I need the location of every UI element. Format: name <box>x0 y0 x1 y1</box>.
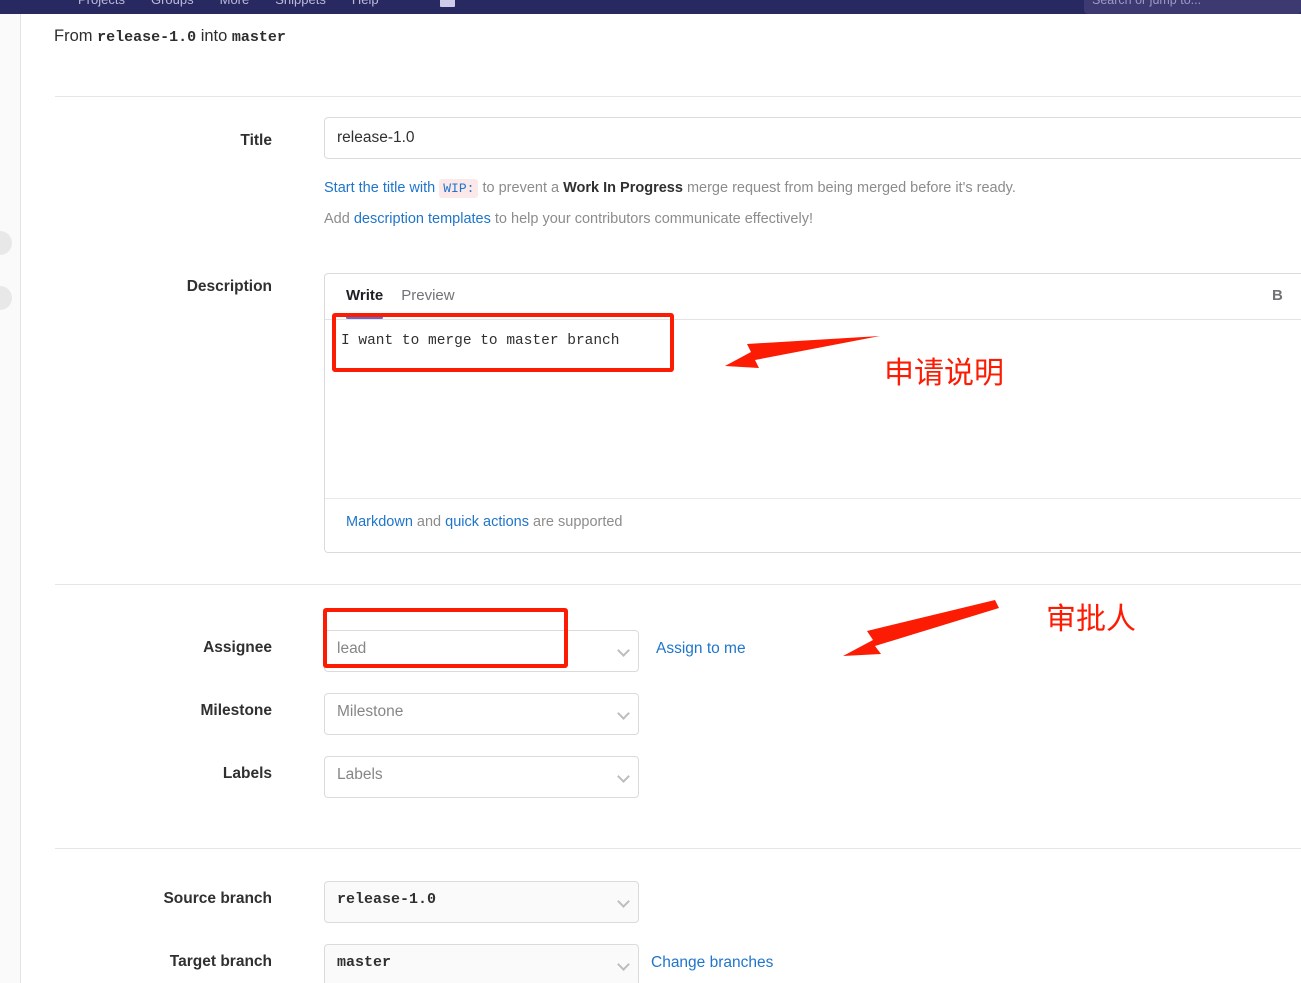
markdown-link[interactable]: Markdown <box>346 514 413 530</box>
source-branch-label: Source branch <box>163 890 272 907</box>
description-templates-link[interactable]: description templates <box>354 211 491 227</box>
templates-help-prefix: Add <box>324 211 350 227</box>
change-branches-link[interactable]: Change branches <box>651 954 773 972</box>
milestone-select[interactable]: Milestone <box>324 693 639 735</box>
templates-help-suffix: to help your contributors communicate ef… <box>494 211 813 227</box>
sidebar-avatar-icon-2[interactable] <box>0 286 12 310</box>
annotation-label-description: 申请说明 <box>884 356 1004 391</box>
milestone-label: Milestone <box>200 702 272 719</box>
footer-supported: are supported <box>533 514 623 530</box>
description-textarea[interactable] <box>339 329 1299 499</box>
sidebar-avatar-icon-1[interactable] <box>0 231 12 255</box>
markdown-toolbar: B I <box>1272 287 1301 304</box>
wip-help-text-2: merge request from being merged before i… <box>686 180 1016 196</box>
assignee-select[interactable]: lead <box>324 630 639 672</box>
target-branch-value[interactable]: master <box>324 944 639 983</box>
wip-help-strong: Work In Progress <box>563 180 683 196</box>
assignee-label: Assignee <box>203 639 272 656</box>
divider-bottom <box>55 848 1301 849</box>
description-label: Description <box>186 278 272 295</box>
labels-select[interactable]: Labels <box>324 756 639 798</box>
breadcrumb: From release-1.0 into master <box>54 27 286 46</box>
breadcrumb-prefix: From <box>54 27 93 45</box>
nav-item-groups[interactable]: Groups <box>151 0 194 7</box>
divider-top <box>55 96 1301 97</box>
nav-item-more[interactable]: More <box>220 0 250 7</box>
tab-preview[interactable]: Preview <box>401 287 454 318</box>
tab-write[interactable]: Write <box>346 287 384 319</box>
title-help-wip: Start the title with WIP: to prevent a W… <box>324 179 1016 198</box>
left-sidebar-rail <box>0 14 21 983</box>
merge-request-create-page: Projects Groups More Snippets Help Searc… <box>0 0 1301 983</box>
quick-actions-link[interactable]: quick actions <box>445 514 529 530</box>
wip-help-link[interactable]: Start the title with <box>324 180 435 196</box>
divider-middle <box>55 584 1301 585</box>
description-footer: Markdown and quick actions are supported <box>325 498 1301 552</box>
global-search-input[interactable]: Search or jump to... <box>1084 0 1301 14</box>
description-tabs: Write Preview B I <box>325 274 1301 320</box>
footer-and: and <box>416 514 442 530</box>
title-input[interactable] <box>324 117 1301 159</box>
title-help-templates: Add description templates to help your c… <box>324 211 813 227</box>
target-branch-label: Target branch <box>169 953 272 970</box>
navbar-links: Projects Groups More Snippets Help <box>78 0 379 7</box>
wip-help-text-1: to prevent a <box>482 180 560 196</box>
hamburger-icon[interactable] <box>440 0 455 7</box>
breadcrumb-middle: into <box>200 27 228 45</box>
bold-icon[interactable]: B <box>1272 287 1283 304</box>
main-content: From release-1.0 into master Title Start… <box>22 14 1301 983</box>
target-branch-select[interactable]: master <box>324 944 639 983</box>
nav-item-help[interactable]: Help <box>352 0 379 7</box>
labels-select-value[interactable]: Labels <box>324 756 639 798</box>
nav-item-snippets[interactable]: Snippets <box>275 0 326 7</box>
wip-code-badge: WIP: <box>439 179 479 198</box>
annotation-label-assignee: 审批人 <box>1046 602 1136 637</box>
breadcrumb-target-branch: master <box>231 29 286 46</box>
nav-item-projects[interactable]: Projects <box>78 0 125 7</box>
assign-to-me-link[interactable]: Assign to me <box>656 640 746 658</box>
source-branch-select[interactable]: release-1.0 <box>324 881 639 923</box>
top-navbar: Projects Groups More Snippets Help Searc… <box>0 0 1301 14</box>
source-branch-value[interactable]: release-1.0 <box>324 881 639 923</box>
labels-label: Labels <box>222 765 272 782</box>
breadcrumb-source-branch: release-1.0 <box>97 29 197 46</box>
title-label: Title <box>240 132 272 149</box>
description-editor: Write Preview B I Markdown and quick act… <box>324 273 1301 553</box>
milestone-select-value[interactable]: Milestone <box>324 693 639 735</box>
assignee-select-value[interactable]: lead <box>324 630 639 672</box>
